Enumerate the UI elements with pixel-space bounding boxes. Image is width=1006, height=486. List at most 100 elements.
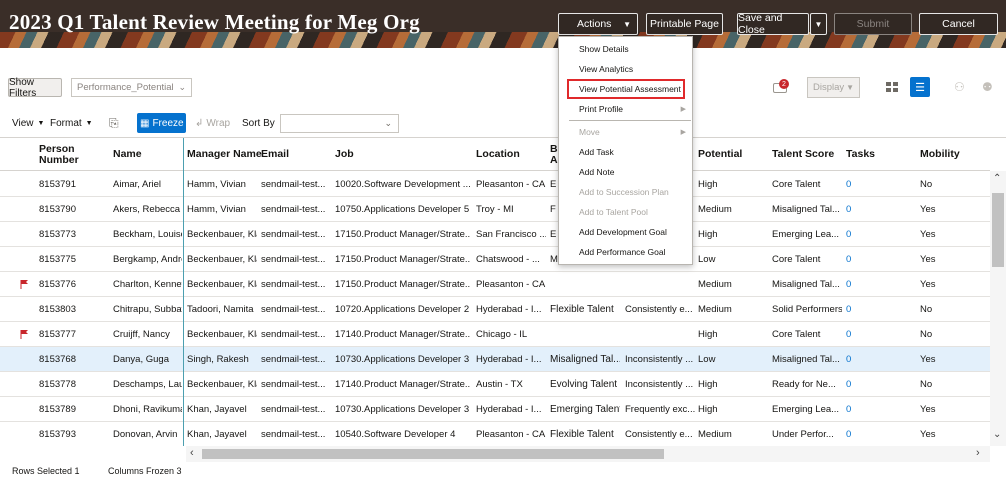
col-tasks[interactable]: Tasks — [846, 138, 875, 171]
cell-tasks[interactable]: 0 — [846, 322, 916, 347]
cell-tasks[interactable]: 0 — [846, 222, 916, 247]
cell-tasks[interactable]: 0 — [846, 247, 916, 272]
cell-potential: Low — [698, 354, 716, 365]
menu-item-add-performance-goal[interactable]: Add Performance Goal — [559, 242, 692, 262]
col-name[interactable]: Name — [113, 138, 142, 171]
cell-talent-score: Core Talent — [772, 254, 821, 265]
menu-item-show-details[interactable]: Show Details — [559, 39, 692, 59]
notifications-icon[interactable]: 2 — [773, 79, 791, 95]
cell-manager-name: Khan, Jayavel — [187, 429, 247, 440]
grid-view-icon[interactable] — [884, 80, 898, 94]
sort-by-label: Sort By — [242, 117, 275, 129]
table-row[interactable]: 8153803 Chitrapu, Subbaf Tadoori, Namita se… — [0, 297, 990, 322]
format-menu[interactable]: Format ▼ — [50, 113, 93, 133]
table-row[interactable]: 8153790 Akers, Rebecca Hamm, Vivian sendmai… — [0, 197, 990, 222]
view-menu[interactable]: View ▼ — [12, 113, 44, 133]
cell-potential: Medium — [698, 304, 732, 315]
cell-location: Pleasanton - CA — [476, 279, 546, 290]
col-location[interactable]: Location — [476, 138, 520, 171]
horizontal-scrollbar[interactable]: ‹ › — [186, 446, 990, 462]
table-row[interactable]: 8153777 Cruijff, Nancy Beckenbauer, Kla sen… — [0, 322, 990, 347]
col-talent-score[interactable]: Talent Score — [772, 138, 834, 171]
menu-item-view-analytics[interactable]: View Analytics — [559, 59, 692, 79]
columns-frozen-status: Columns Frozen 3 — [108, 466, 182, 476]
cell-ba — [550, 272, 620, 297]
cell-location: San Francisco ... — [476, 229, 546, 240]
freeze-icon: ▦ — [140, 117, 150, 129]
cell-talent-score: Under Perfor... — [772, 429, 834, 440]
table-row[interactable]: 8153789 Dhoni, Ravikuma Khan, Jayavel sendm… — [0, 397, 990, 422]
cell-location: Hyderabad - I... — [476, 404, 542, 415]
menu-item-add-development-goal[interactable]: Add Development Goal — [559, 222, 692, 242]
cell-name: Donovan, Arvin — [113, 429, 178, 440]
menu-item-add-note[interactable]: Add Note — [559, 162, 692, 182]
view-select[interactable]: Performance_Potential ⌄ — [71, 78, 192, 97]
col-manager-name[interactable]: Manager Name — [187, 138, 262, 171]
cell-tasks[interactable]: 0 — [846, 197, 916, 222]
cell-manager-name: Khan, Jayavel — [187, 404, 247, 415]
cancel-button[interactable]: Cancel — [919, 13, 998, 35]
table-row[interactable]: 8153776 Charlton, Kenneth Beckenbauer, Kla… — [0, 272, 990, 297]
scroll-left-icon[interactable]: ‹ — [190, 447, 194, 459]
detach-icon[interactable]: ⎘ — [109, 113, 119, 133]
actions-button[interactable]: Actions ▼ — [558, 13, 638, 35]
col-mobility[interactable]: Mobility — [920, 138, 960, 171]
chevron-down-icon: ⌄ — [384, 118, 392, 128]
sort-by-select[interactable]: ⌄ — [280, 114, 399, 133]
save-and-close-button[interactable]: Save and Close — [737, 12, 809, 36]
scroll-right-icon[interactable]: › — [976, 447, 980, 459]
cell-job: 10730.Applications Developer 3 — [335, 404, 470, 415]
cell-person-number: 8153776 — [39, 279, 76, 290]
cell-tasks[interactable]: 0 — [846, 422, 916, 446]
cell-tasks[interactable]: 0 — [846, 397, 916, 422]
col-person-number[interactable]: Person Number — [39, 138, 99, 171]
cell-person-number: 8153803 — [39, 304, 76, 315]
cell-tasks[interactable]: 0 — [846, 272, 916, 297]
cell-email: sendmail-test... — [261, 304, 326, 315]
cell-potential: Medium — [698, 279, 732, 290]
table-row[interactable]: 8153775 Bergkamp, Andre Beckenbauer, Kla se… — [0, 247, 990, 272]
cell-potential: High — [698, 404, 718, 415]
hscroll-thumb[interactable] — [202, 449, 664, 459]
col-ba[interactable]: Ba As — [550, 138, 558, 171]
menu-item-label: View Analytics — [579, 64, 634, 74]
cell-name: Akers, Rebecca — [113, 204, 181, 215]
cell-email: sendmail-test... — [261, 404, 326, 415]
submenu-arrow-icon: ▶ — [680, 106, 686, 113]
list-view-icon[interactable]: ☰ — [910, 77, 930, 97]
col-email[interactable]: Email — [261, 138, 289, 171]
cell-tasks[interactable]: 0 — [846, 372, 916, 397]
cell-tasks[interactable]: 0 — [846, 297, 916, 322]
menu-item-add-task[interactable]: Add Task — [559, 142, 692, 162]
vertical-scrollbar[interactable]: ⌃ ⌄ — [990, 171, 1006, 446]
menu-item-print-profile[interactable]: Print Profile ▶ — [559, 99, 692, 119]
table-row[interactable]: 8153791 Aimar, Ariel Hamm, Vivian sendmail-… — [0, 172, 990, 197]
notification-badge: 2 — [779, 79, 789, 89]
cell-job: 17140.Product Manager/Strate... — [335, 329, 471, 340]
cell-person-number: 8153791 — [39, 179, 76, 190]
col-job[interactable]: Job — [335, 138, 354, 171]
cell-ba: Evolving Talent — [550, 379, 618, 390]
scroll-thumb[interactable] — [992, 193, 1004, 267]
cell-performance: Consistently e... — [625, 304, 693, 315]
table-row[interactable]: 8153793 Donovan, Arvin Khan, Jayavel sendma… — [0, 422, 990, 446]
table-row[interactable]: 8153768 Danya, Guga Singh, Rakesh sendmail-… — [0, 347, 990, 372]
scroll-down-icon[interactable]: ⌄ — [993, 429, 1001, 440]
cell-email: sendmail-test... — [261, 279, 326, 290]
cell-performance: Inconsistently ... — [625, 379, 694, 390]
scroll-up-icon[interactable]: ⌃ — [993, 173, 1001, 184]
menu-item-view-potential-assessment[interactable]: View Potential Assessment — [567, 79, 685, 99]
table-row[interactable]: 8153773 Beckham, Louise Beckenbauer, Kla se… — [0, 222, 990, 247]
freeze-label: Freeze — [152, 117, 184, 129]
chevron-down-icon: ▼ — [85, 119, 93, 127]
cell-tasks[interactable]: 0 — [846, 172, 916, 197]
cell-tasks[interactable]: 0 — [846, 347, 916, 372]
freeze-button[interactable]: ▦ Freeze — [137, 113, 186, 133]
table-row[interactable]: 8153778 Deschamps, Lau Beckenbauer, Kla sen… — [0, 372, 990, 397]
col-potential[interactable]: Potential — [698, 138, 742, 171]
printable-page-button[interactable]: Printable Page — [646, 13, 723, 35]
show-filters-button[interactable]: Show Filters — [8, 77, 62, 99]
chevron-down-icon: ▼ — [846, 83, 854, 92]
save-options-chevron-icon[interactable]: ▼ — [810, 13, 827, 35]
compare-icon: ⚇ — [954, 80, 965, 94]
